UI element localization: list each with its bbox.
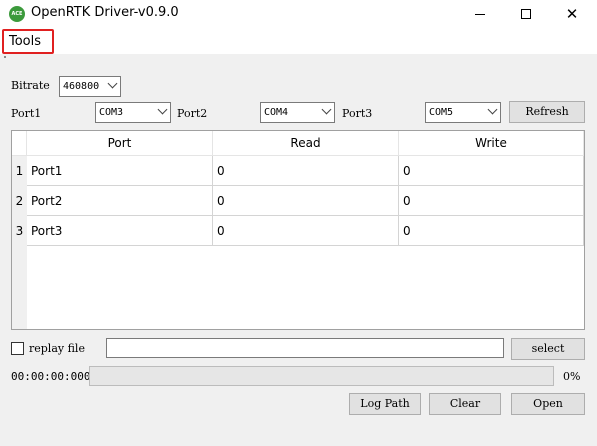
- close-icon: ✕: [565, 5, 579, 23]
- row-number: 2: [12, 186, 27, 216]
- port2-label: Port2: [177, 107, 208, 120]
- chevron-down-icon: [487, 104, 498, 115]
- column-header-port[interactable]: Port: [27, 131, 213, 156]
- table-row[interactable]: 1 Port1 0 0: [12, 156, 584, 186]
- row-number: 3: [12, 216, 27, 246]
- app-logo-icon: ACE: [9, 6, 25, 22]
- refresh-button[interactable]: Refresh: [509, 101, 585, 123]
- port3-select[interactable]: COM5: [425, 102, 501, 123]
- cell-read: 0: [213, 156, 399, 186]
- elapsed-time: 00:00:00:000: [11, 370, 91, 383]
- cell-read: 0: [213, 186, 399, 216]
- cell-read: 0: [213, 216, 399, 246]
- cell-write: 0: [399, 216, 584, 246]
- replay-file-label: replay file: [29, 342, 85, 355]
- chevron-down-icon: [107, 78, 118, 89]
- port1-select[interactable]: COM3: [95, 102, 171, 123]
- cell-write: 0: [399, 186, 584, 216]
- bitrate-label: Bitrate: [11, 79, 50, 92]
- cell-write: 0: [399, 156, 584, 186]
- progress-bar: [89, 366, 554, 386]
- table-header: Port Read Write: [12, 131, 584, 156]
- replay-file-checkbox[interactable]: [11, 342, 24, 355]
- port-stats-table: Port Read Write 1 Port1 0 0 2 Port2 0 0 …: [11, 130, 585, 330]
- bitrate-select[interactable]: 460800: [59, 76, 121, 97]
- port1-value: COM3: [99, 107, 124, 118]
- column-header-read[interactable]: Read: [213, 131, 399, 156]
- maximize-button[interactable]: [503, 0, 549, 28]
- progress-percent: 0%: [563, 370, 581, 383]
- port2-value: COM4: [264, 107, 289, 118]
- close-button[interactable]: ✕: [549, 0, 595, 28]
- menu-tools[interactable]: Tools: [2, 29, 54, 54]
- cell-port: Port3: [27, 216, 213, 246]
- separator-dot: [4, 56, 6, 58]
- clear-button[interactable]: Clear: [429, 393, 501, 415]
- cell-port: Port2: [27, 186, 213, 216]
- table-row[interactable]: 2 Port2 0 0: [12, 186, 584, 216]
- row-number: 1: [12, 156, 27, 186]
- column-header-write[interactable]: Write: [399, 131, 584, 156]
- menu-bar: Tools: [0, 28, 597, 54]
- bitrate-value: 460800: [63, 81, 100, 92]
- corner-cell: [12, 131, 27, 156]
- cell-port: Port1: [27, 156, 213, 186]
- log-path-button[interactable]: Log Path: [349, 393, 421, 415]
- chevron-down-icon: [321, 104, 332, 115]
- minimize-button[interactable]: [457, 0, 503, 28]
- port1-label: Port1: [11, 107, 42, 120]
- port2-select[interactable]: COM4: [260, 102, 335, 123]
- port3-label: Port3: [342, 107, 373, 120]
- maximize-icon: [521, 9, 531, 19]
- title-bar: ACE OpenRTK Driver-v0.9.0 ✕: [0, 0, 597, 28]
- select-button[interactable]: select: [511, 338, 585, 360]
- replay-file-input[interactable]: [106, 338, 504, 358]
- table-row[interactable]: 3 Port3 0 0: [12, 216, 584, 246]
- port3-value: COM5: [429, 107, 454, 118]
- open-button[interactable]: Open: [511, 393, 585, 415]
- chevron-down-icon: [157, 104, 168, 115]
- minimize-icon: [475, 13, 485, 15]
- window-title: OpenRTK Driver-v0.9.0: [31, 5, 179, 20]
